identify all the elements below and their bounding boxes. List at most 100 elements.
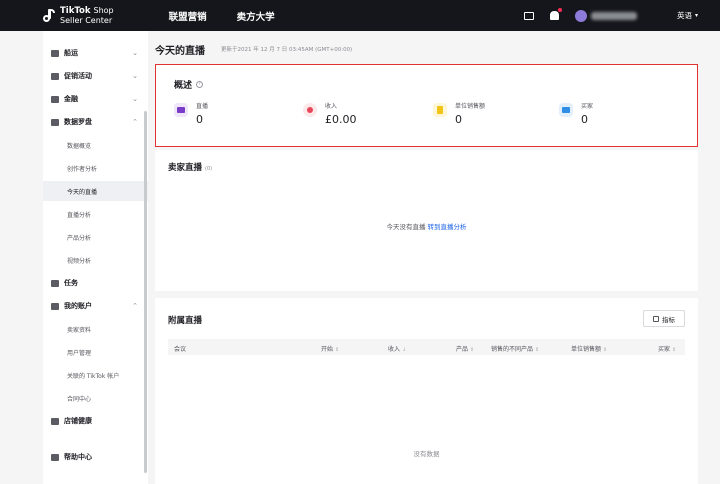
- sidebar-item-data-overview[interactable]: 数据概览: [43, 135, 148, 155]
- live-icon: [174, 103, 188, 117]
- sidebar-item-product-analysis[interactable]: 产品分析: [43, 227, 148, 247]
- sidebar-item-contract-center[interactable]: 合同中心: [43, 388, 148, 408]
- column-header-start[interactable]: 开始 ⇕: [321, 344, 339, 353]
- message-icon[interactable]: [523, 11, 534, 20]
- metric-buyers: 买家 0: [559, 101, 593, 126]
- sidebar-item-label: 卖家资料: [67, 326, 92, 334]
- overview-title-text: 概述: [174, 81, 193, 91]
- column-header-label: 开始: [321, 346, 334, 353]
- tiktok-shop-logo[interactable]: TikTok Shop Seller Center: [43, 6, 114, 25]
- sidebar-item-data-compass[interactable]: 数据罗盘 ⌃: [51, 112, 140, 132]
- sidebar-item-label: 帮助中心: [64, 453, 92, 461]
- language-selector[interactable]: 英语 ▾: [677, 10, 698, 21]
- sidebar-item-user-management[interactable]: 用户管理: [43, 342, 148, 362]
- seller-live-empty-state: 今天没有直播 转到直播分析: [155, 221, 698, 231]
- metrics-icon: [653, 315, 659, 322]
- sidebar-item-finance[interactable]: 金融 ⌄: [51, 89, 140, 109]
- medal-icon: [51, 279, 59, 287]
- nav-seller-university[interactable]: 卖方大学: [237, 9, 275, 23]
- chevron-down-icon: ⌄: [132, 49, 138, 57]
- metric-value: £0.00: [325, 113, 357, 126]
- sidebar-item-label: 店铺健康: [64, 417, 92, 425]
- column-header-distinct-products-sold[interactable]: 销售的不同产品 ⇕: [491, 344, 539, 353]
- notification-bell-icon[interactable]: [549, 8, 562, 20]
- chart-icon: [51, 118, 59, 126]
- column-header-units-sold[interactable]: 单位销售额 ⇕: [571, 344, 607, 353]
- sidebar-item-label: 关联的 TikTok 帐户: [67, 372, 120, 380]
- sidebar-item-label: 合同中心: [67, 395, 92, 403]
- sidebar-item-creator-analysis[interactable]: 创作者分析: [43, 158, 148, 178]
- metric-units-sold: 单位销售额 0: [433, 101, 485, 126]
- sidebar-item-todays-live[interactable]: 今天的直播: [43, 181, 148, 201]
- seller-live-count: (0): [205, 166, 213, 172]
- sidebar-item-label: 创作者分析: [67, 165, 98, 173]
- nav-affiliate-marketing[interactable]: 联盟营销: [169, 9, 207, 23]
- metric-value: 0: [196, 113, 203, 126]
- sidebar-item-label: 我的账户: [64, 302, 92, 310]
- account-name-blurred[interactable]: [590, 11, 637, 20]
- chevron-down-icon: ⌄: [132, 72, 138, 80]
- sidebar-item-label: 用户管理: [67, 349, 92, 357]
- column-header-revenue[interactable]: 收入 ↓: [388, 344, 406, 353]
- help-icon[interactable]: ?: [196, 81, 204, 88]
- sort-icon: ⇕: [534, 347, 540, 353]
- diamond-icon: [51, 417, 59, 425]
- seller-live-panel: 卖家直播 (0) 今天没有直播 转到直播分析: [155, 150, 698, 291]
- column-header-label: 收入: [388, 346, 401, 353]
- seller-live-title-text: 卖家直播: [168, 163, 203, 173]
- truck-icon: [51, 49, 59, 57]
- revenue-icon: [303, 103, 317, 117]
- chevron-up-icon: ⌃: [132, 302, 138, 310]
- avatar[interactable]: [574, 9, 587, 22]
- metric-live: 直播 0: [174, 101, 208, 126]
- seller-live-title: 卖家直播 (0): [168, 161, 212, 173]
- sidebar-scrollbar[interactable]: [144, 111, 147, 473]
- logo-subtitle: Seller Center: [60, 16, 113, 25]
- sidebar-item-linked-tiktok-accounts[interactable]: 关联的 TikTok 帐户: [43, 365, 148, 385]
- sidebar-item-label: 船运: [64, 49, 78, 57]
- metric-label: 直播: [196, 103, 209, 110]
- last-updated-text: 更新于2021 年 12 月 7 日 03:45AM (GMT+00:00): [221, 47, 353, 53]
- sidebar-item-video-analysis[interactable]: 视频分析: [43, 250, 148, 270]
- tiktok-icon: [43, 8, 56, 23]
- sidebar-item-seller-profile[interactable]: 卖家资料: [43, 319, 148, 339]
- sidebar-item-help-center[interactable]: 帮助中心: [51, 447, 140, 467]
- sidebar-item-shop-health[interactable]: 店铺健康: [51, 411, 140, 431]
- metrics-button[interactable]: 指标: [643, 310, 685, 327]
- column-header-label: 销售的不同产品: [491, 346, 534, 353]
- top-bar: TikTok Shop Seller Center 联盟营销 卖方大学 英语 ▾: [0, 0, 720, 31]
- sidebar-item-label: 促销活动: [64, 72, 92, 80]
- help-book-icon: [51, 453, 59, 461]
- metric-value: 0: [455, 113, 462, 126]
- metric-revenue: 收入 £0.00: [303, 101, 357, 126]
- column-header-label: 单位销售额: [571, 346, 602, 353]
- chevron-up-icon: ⌃: [132, 118, 138, 126]
- sidebar-item-live-analysis[interactable]: 直播分析: [43, 204, 148, 224]
- column-header-label: 买家: [658, 346, 671, 353]
- page-title: 今天的直播: [155, 46, 205, 57]
- sort-icon: ⇕: [334, 347, 340, 353]
- column-header-buyers[interactable]: 买家 ⇕: [658, 344, 676, 353]
- logo-brand-suffix: Shop: [93, 6, 114, 15]
- sidebar-item-promotions[interactable]: 促销活动 ⌄: [51, 66, 140, 86]
- overview-card: 概述 ? 直播 0 收入 £0.00 单位销售额 0 买家 0: [155, 64, 698, 147]
- sidebar-item-label: 金融: [64, 95, 78, 103]
- sidebar-item-my-account[interactable]: 我的账户 ⌃: [51, 296, 140, 316]
- sidebar-item-tasks[interactable]: 任务: [51, 273, 140, 293]
- column-header-products[interactable]: 产品 ⇕: [456, 344, 474, 353]
- sidebar-item-label: 任务: [64, 279, 78, 287]
- sort-icon: ⇕: [469, 347, 475, 353]
- no-data-text: 没有数据: [413, 450, 440, 458]
- sidebar: 船运 ⌄ 促销活动 ⌄ 金融 ⌄ 数据罗盘 ⌃ 数据概览 创作者分析 今天的直播…: [43, 31, 148, 484]
- sidebar-item-label: 数据概览: [67, 142, 92, 150]
- sidebar-item-shipping[interactable]: 船运 ⌄: [51, 43, 140, 63]
- sort-icon: ⇕: [602, 347, 608, 353]
- sidebar-item-label: 视频分析: [67, 257, 92, 265]
- affiliate-table-header: 会议 开始 ⇕ 收入 ↓ 产品 ⇕ 销售的不同产品 ⇕ 单位销售额 ⇕ 买家 ⇕: [168, 339, 685, 355]
- buyers-icon: [559, 103, 573, 117]
- go-to-live-analysis-link[interactable]: 转到直播分析: [428, 223, 467, 231]
- logo-brand: TikTok: [60, 6, 91, 16]
- chevron-down-icon: ⌄: [132, 95, 138, 103]
- column-header-label: 产品: [456, 346, 469, 353]
- sidebar-item-label: 数据罗盘: [64, 118, 92, 126]
